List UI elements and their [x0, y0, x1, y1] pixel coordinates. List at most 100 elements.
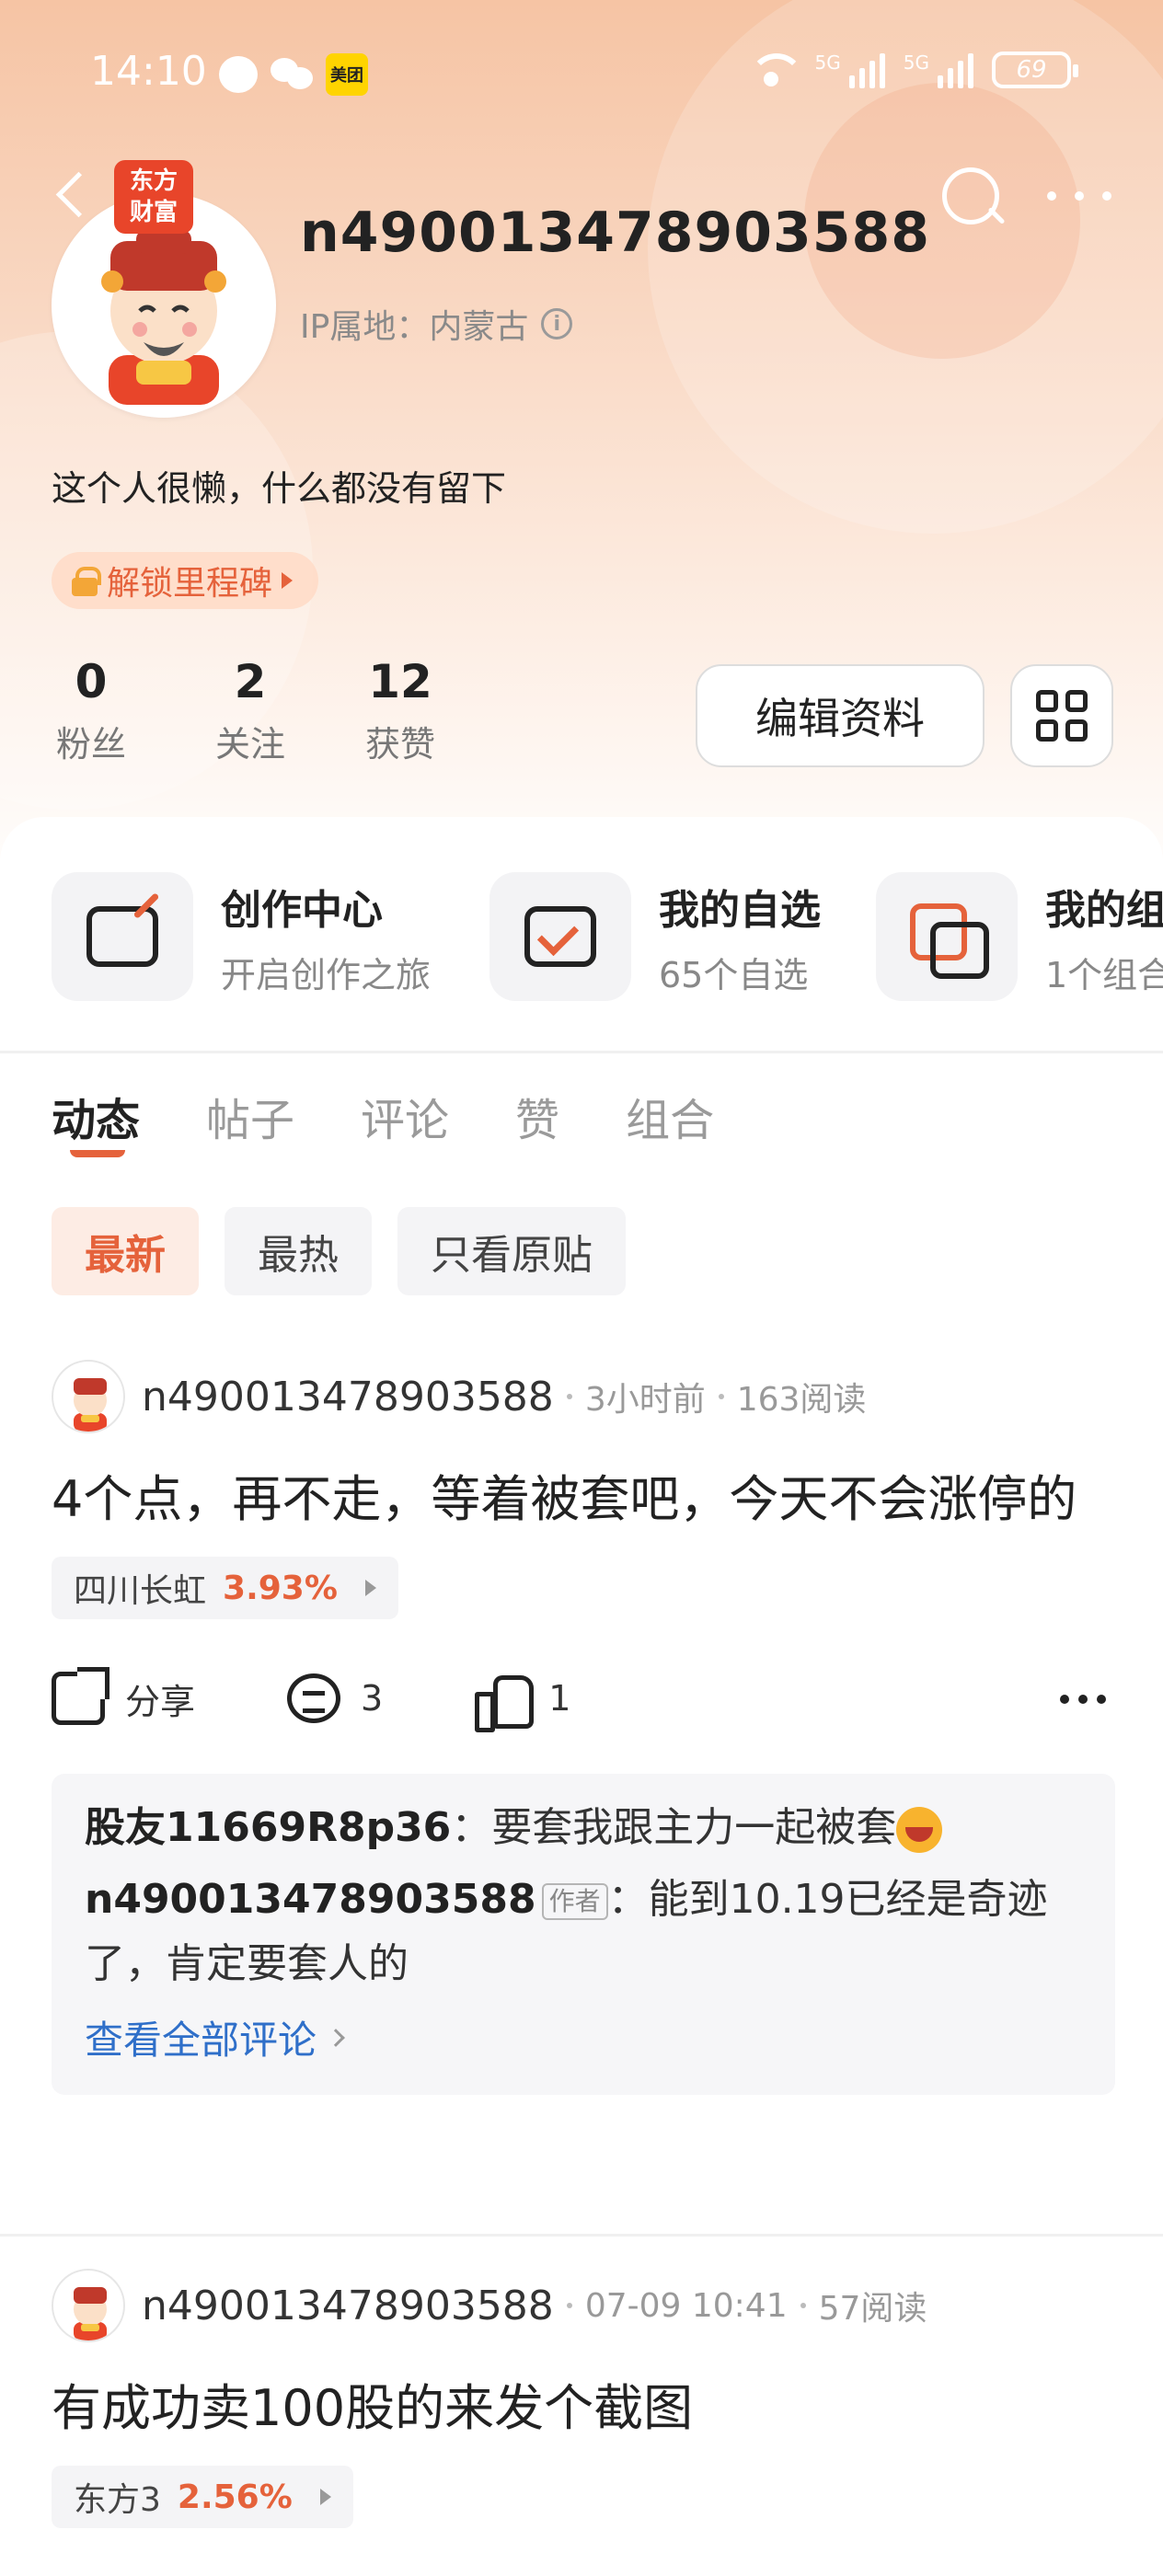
quick-links: 创作中心 开启创作之旅 我的自选 65个自选 我的组合 1个组合 [52, 872, 1163, 1001]
wifi-icon [745, 52, 804, 88]
message-bubble-icon [219, 56, 258, 93]
stock-change: 3.93% [223, 1569, 338, 1607]
comment-item: 股友11669R8p36：要套我跟主力一起被套 [85, 1796, 1084, 1860]
sort-filters: 最新 最热 只看原贴 [52, 1207, 626, 1295]
post-time: 07-09 10:41 [584, 2286, 788, 2325]
quick-link-watchlist[interactable]: 我的自选 65个自选 [489, 872, 876, 1001]
stat-fans[interactable]: 0 粉丝 [52, 655, 206, 766]
stat-value: 12 [368, 655, 432, 708]
post-meta: 3小时前 163阅读 [566, 1373, 867, 1420]
qr-code-button[interactable] [1010, 664, 1113, 767]
quick-link-subtitle: 65个自选 [659, 954, 809, 995]
share-label: 分享 [125, 1681, 196, 1722]
checklist-icon [524, 906, 596, 967]
like-button[interactable]: 1 [475, 1673, 571, 1732]
ip-location: IP属地：内蒙古 [300, 308, 529, 346]
comment-user[interactable]: n490013478903588 [85, 1876, 536, 1923]
tab-portfolio[interactable]: 组合 [626, 1084, 714, 1148]
post-time: 3小时前 [584, 1381, 706, 1419]
stat-value: 0 [75, 655, 108, 708]
milestone-label: 解锁里程碑 [107, 565, 273, 603]
share-icon [52, 1667, 109, 1725]
tab-posts[interactable]: 帖子 [206, 1084, 294, 1148]
main-content-card: 创作中心 开启创作之旅 我的自选 65个自选 我的组合 1个组合 动态 帖子 评… [0, 817, 1163, 2576]
post-reads: 163阅读 [736, 1381, 867, 1419]
app-logo-badge: 东方 财富 [114, 160, 193, 234]
content-tabs: 动态 帖子 评论 赞 组合 [52, 1084, 714, 1157]
battery-icon: 69 [992, 52, 1078, 88]
more-icon[interactable] [1047, 191, 1111, 202]
filter-latest[interactable]: 最新 [52, 1207, 199, 1295]
quick-link-title: 我的自选 [659, 886, 821, 934]
milestone-button[interactable]: 解锁里程碑 [52, 552, 319, 609]
quick-link-portfolio[interactable]: 我的组合 1个组合 [876, 872, 1163, 1001]
combo-icon [910, 903, 989, 979]
stat-following[interactable]: 2 关注 [206, 655, 361, 766]
stat-likes[interactable]: 12 获赞 [361, 655, 515, 766]
stock-chip[interactable]: 四川长虹 3.93% [52, 1557, 398, 1619]
like-count: 1 [548, 1678, 571, 1719]
divider [0, 2234, 1163, 2237]
comment-button[interactable]: 3 [287, 1673, 383, 1723]
stock-chip[interactable]: 东方3 2.56% [52, 2466, 353, 2528]
triangle-right-icon [319, 2489, 331, 2505]
quick-link-title: 我的组合 [1045, 886, 1163, 934]
info-icon[interactable]: i [541, 308, 573, 339]
comment-user[interactable]: 股友11669R8p36 [85, 1804, 451, 1851]
filter-original-only[interactable]: 只看原贴 [397, 1207, 626, 1295]
edit-profile-button[interactable]: 编辑资料 [696, 664, 985, 767]
post-author-avatar[interactable] [52, 1360, 125, 1433]
status-time: 14:10 [90, 48, 207, 95]
stock-name: 四川长虹 [74, 1572, 207, 1610]
post-text: 4个点，再不走，等着被套吧，今天不会涨停的 [52, 1470, 1077, 1528]
comment-count: 3 [361, 1678, 384, 1719]
filter-hot[interactable]: 最热 [225, 1207, 372, 1295]
comment-item: n490013478903588 作者 ：能到10.19已经是奇迹了，肯定要套人的 [85, 1876, 1048, 1987]
post-author-avatar[interactable] [52, 2269, 125, 2342]
tab-likes[interactable]: 赞 [515, 1084, 559, 1148]
triangle-right-icon [282, 572, 294, 589]
stock-name: 东方3 [74, 2481, 161, 2519]
ip-location-row: IP属地：内蒙古 i [300, 300, 573, 348]
stat-label: 关注 [214, 724, 285, 765]
signal-icon-2: 5G [904, 52, 973, 88]
profile-stats: 0 粉丝 2 关注 12 获赞 [52, 655, 515, 766]
divider [0, 1051, 1163, 1053]
signal-icon-1: 5G [815, 52, 885, 88]
meituan-icon: 美团 [326, 53, 368, 96]
stat-label: 粉丝 [55, 724, 126, 765]
post-more-icon[interactable] [1060, 1695, 1106, 1704]
author-tag: 作者 [541, 1883, 608, 1920]
status-bar: 14:10 美团 5G 5G 69 [0, 37, 1163, 110]
stat-value: 2 [234, 655, 267, 708]
post-author-name[interactable]: n490013478903588 [142, 1374, 554, 1420]
lock-icon [72, 567, 101, 596]
quick-link-subtitle: 开启创作之旅 [221, 954, 432, 995]
stat-label: 获赞 [364, 724, 435, 765]
edit-icon [86, 906, 158, 967]
post-reads: 57阅读 [818, 2290, 927, 2328]
quick-link-creation-center[interactable]: 创作中心 开启创作之旅 [52, 872, 489, 1001]
tab-activity[interactable]: 动态 [52, 1084, 140, 1157]
post-item[interactable]: n490013478903588 07-09 10:41 57阅读 有成功卖10… [52, 2269, 1115, 2528]
comment-icon [287, 1673, 341, 1723]
qr-code-icon [1036, 690, 1088, 742]
tab-comments[interactable]: 评论 [361, 1084, 449, 1148]
view-all-label: 查看全部评论 [85, 2018, 317, 2063]
post-item[interactable]: n490013478903588 3小时前 163阅读 4个点，再不走，等着被套… [52, 1360, 1115, 2095]
comment-preview[interactable]: 股友11669R8p36：要套我跟主力一起被套 n490013478903588… [52, 1774, 1115, 2095]
laughing-emoji-icon [896, 1807, 943, 1853]
post-meta: 07-09 10:41 57阅读 [566, 2282, 927, 2329]
search-icon[interactable] [937, 162, 1007, 232]
thumbs-up-icon [475, 1673, 535, 1732]
back-icon[interactable] [53, 169, 90, 224]
profile-username: n490013478903588 [300, 201, 930, 265]
wechat-icon [271, 56, 313, 93]
view-all-comments-link[interactable]: 查看全部评论 [85, 2009, 1084, 2065]
post-actions: 分享 3 1 [52, 1662, 1115, 1735]
profile-bio: 这个人很懒，什么都没有留下 [52, 468, 507, 509]
share-button[interactable]: 分享 [52, 1667, 196, 1725]
quick-link-title: 创作中心 [221, 886, 383, 934]
post-author-name[interactable]: n490013478903588 [142, 2283, 554, 2329]
triangle-right-icon [364, 1580, 376, 1596]
